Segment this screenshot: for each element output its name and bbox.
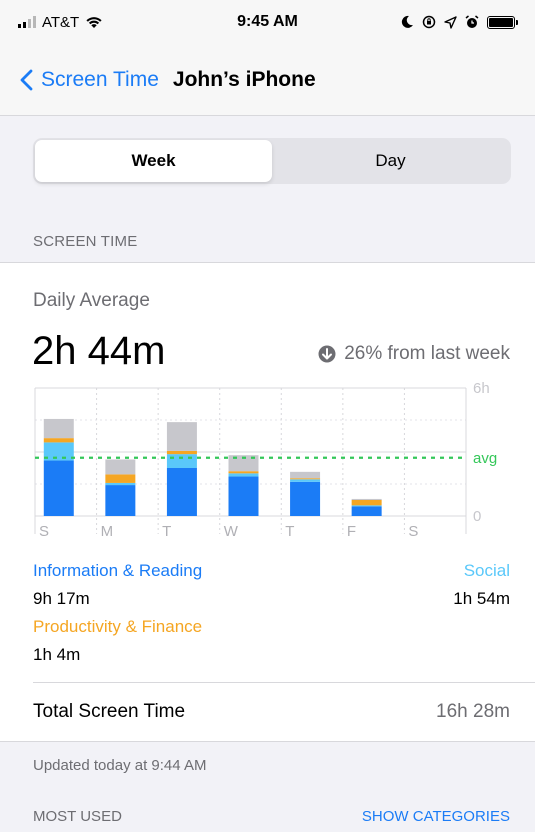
x-tick-label: M	[101, 523, 114, 540]
segment-week[interactable]: Week	[35, 140, 272, 182]
alarm-icon	[465, 15, 479, 28]
bar-segment	[228, 473, 259, 477]
location-icon	[444, 15, 457, 29]
category-social-time: 1h 54m	[453, 589, 510, 608]
bar-segment	[105, 474, 136, 483]
bar-segment	[43, 418, 74, 439]
back-button[interactable]: Screen Time	[20, 68, 159, 92]
status-right	[400, 15, 518, 29]
x-tick-label: S	[408, 523, 418, 540]
bar-segment	[290, 478, 321, 480]
bar-segment	[105, 482, 136, 486]
back-label: Screen Time	[41, 67, 159, 91]
bar-segment	[166, 454, 197, 468]
divider	[33, 682, 535, 683]
bar-segment	[351, 498, 382, 500]
bar-segment	[351, 500, 382, 506]
bar-segment	[290, 481, 321, 516]
category-information-reading: Information & Reading	[33, 561, 203, 580]
period-segmented-control: Week Day	[33, 138, 511, 184]
chevron-left-icon	[20, 69, 33, 90]
bar-segment	[351, 505, 382, 507]
daily-average-label: Daily Average	[33, 290, 150, 311]
category-information-reading-time: 9h 17m	[33, 589, 90, 608]
total-screen-time-label: Total Screen Time	[33, 701, 186, 722]
bar-segment	[166, 422, 197, 451]
wifi-icon	[86, 17, 102, 28]
down-arrow-circle-icon	[318, 345, 336, 363]
status-left: AT&T	[18, 14, 103, 31]
category-social: Social	[463, 561, 510, 580]
bar-segment	[105, 459, 136, 475]
battery-icon	[487, 15, 518, 29]
signal-strength-icon	[18, 16, 36, 28]
show-categories-button[interactable]: SHOW CATEGORIES	[362, 808, 510, 825]
x-tick-label: T	[285, 523, 294, 540]
y-tick-label: avg	[473, 450, 497, 467]
bar-segment	[43, 438, 74, 443]
x-tick-label: F	[347, 523, 356, 540]
screen-time-card: Daily Average 2h 44m 26% from last week …	[0, 262, 535, 742]
page-title: John’s iPhone	[172, 67, 316, 91]
section-header-most-used: MOST USED	[33, 808, 122, 825]
bar-segment	[228, 471, 259, 474]
status-bar: AT&T 9:45 AM	[0, 0, 535, 44]
weekly-change-text: 26% from last week	[344, 343, 510, 364]
bar-segment	[290, 479, 321, 482]
bar-segment	[166, 450, 197, 455]
x-tick-label: T	[162, 523, 171, 540]
bar-segment	[105, 485, 136, 516]
carrier-name: AT&T	[42, 13, 80, 31]
rotation-lock-icon	[422, 15, 436, 29]
category-productivity-finance-time: 1h 4m	[33, 645, 81, 664]
updated-timestamp: Updated today at 9:44 AM	[33, 757, 207, 774]
moon-icon	[401, 15, 413, 28]
total-screen-time-value: 16h 28m	[436, 701, 510, 722]
y-tick-label: 6h	[473, 380, 490, 397]
weekly-usage-chart: 6h avg 0 S M T W T F S	[34, 380, 497, 540]
category-productivity-finance: Productivity & Finance	[33, 617, 203, 636]
y-tick-label: 0	[473, 508, 481, 525]
x-tick-label: S	[39, 523, 49, 540]
daily-average-value: 2h 44m	[32, 329, 166, 373]
bar-segment	[290, 471, 321, 479]
bar-segment	[43, 460, 74, 516]
segment-day[interactable]: Day	[272, 140, 509, 182]
bar-segment	[228, 476, 259, 516]
weekly-change: 26% from last week	[318, 343, 510, 365]
section-header-screen-time: SCREEN TIME	[33, 233, 138, 250]
bar-segment	[166, 468, 197, 516]
navigation-bar: Screen Time John’s iPhone	[0, 44, 535, 116]
x-tick-label: W	[224, 523, 239, 540]
bar-segment	[43, 442, 74, 461]
bar-segment	[351, 506, 382, 516]
